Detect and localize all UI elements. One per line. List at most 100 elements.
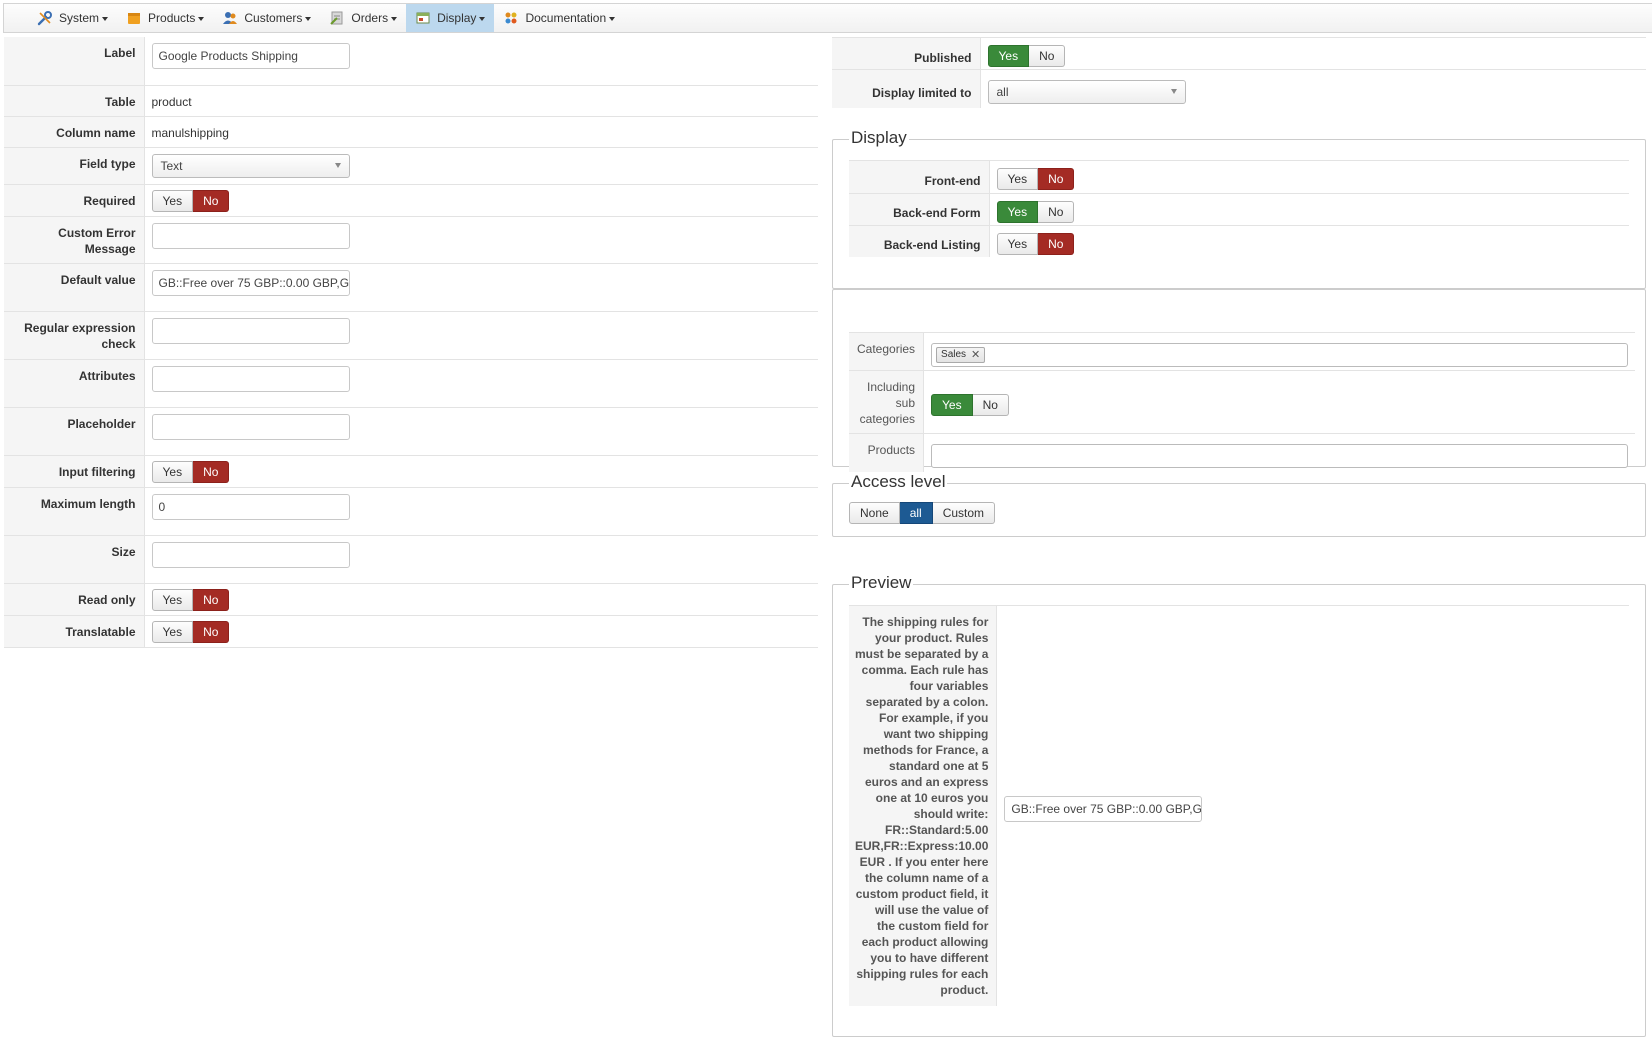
input-filtering-toggle: Yes No: [151, 460, 230, 483]
including-sub-yes-button[interactable]: Yes: [931, 393, 973, 416]
translatable-no-button[interactable]: No: [193, 620, 230, 643]
display-legend: Display: [849, 128, 909, 148]
custom-error-label: Custom Error Message: [4, 216, 145, 263]
max-length-input[interactable]: 0: [151, 493, 350, 520]
display-limited-label: Display limited to: [832, 69, 981, 108]
published-no-button[interactable]: No: [1029, 45, 1066, 67]
preview-legend: Preview: [849, 573, 914, 593]
size-input[interactable]: [151, 541, 350, 568]
close-icon[interactable]: ✕: [971, 348, 980, 361]
required-yes-button[interactable]: Yes: [151, 189, 194, 212]
categories-table: Categories Sales ✕ Including sub categor…: [849, 332, 1636, 472]
chevron-down-icon: [198, 17, 205, 21]
categories-input[interactable]: Sales ✕: [931, 342, 1629, 367]
backend-form-label: Back-end Form: [849, 193, 990, 225]
products-input[interactable]: [931, 443, 1629, 468]
field-form: Label Google Products Shipping Table pro…: [4, 37, 818, 648]
preview-input[interactable]: GB::Free over 75 GBP::0.00 GBP,GB::Stand…: [1004, 796, 1203, 822]
orders-icon: [329, 10, 345, 26]
menu-products-label: Products: [148, 11, 196, 25]
input-filtering-yes-button[interactable]: Yes: [151, 460, 194, 483]
row-attributes: Attributes: [4, 359, 818, 407]
chevron-down-icon: [391, 17, 398, 21]
preview-fieldset: Preview The shipping rules for your prod…: [832, 573, 1646, 1037]
default-value-input[interactable]: GB::Free over 75 GBP::0.00 GBP,GB::Stand…: [151, 269, 350, 296]
placeholder-label: Placeholder: [4, 407, 145, 455]
display-limited-select[interactable]: all: [987, 79, 1186, 104]
backend-listing-yes-button[interactable]: Yes: [996, 232, 1039, 255]
read-only-toggle: Yes No: [151, 588, 230, 611]
translatable-label: Translatable: [4, 615, 145, 647]
categories-label: Categories: [849, 332, 925, 371]
preview-help-text: The shipping rules for your product. Rul…: [849, 606, 998, 1006]
row-regex: Regular expression check: [4, 311, 818, 359]
published-label: Published: [832, 37, 981, 70]
front-end-toggle: Yes No: [996, 168, 1075, 191]
products-label: Products: [849, 433, 925, 472]
right-column: Published Yes No Display limited to all: [832, 37, 1646, 108]
front-end-yes-button[interactable]: Yes: [996, 168, 1039, 191]
menu-orders-label: Orders: [351, 11, 389, 25]
input-filtering-no-button[interactable]: No: [193, 460, 230, 483]
front-end-label: Front-end: [849, 161, 990, 193]
attributes-label: Attributes: [4, 359, 145, 407]
translatable-yes-button[interactable]: Yes: [151, 620, 194, 643]
users-icon: [222, 10, 238, 26]
menu-display[interactable]: Display: [406, 4, 495, 32]
row-backend-form: Back-end Form Yes No: [849, 193, 1629, 225]
publish-table: Published Yes No Display limited to all: [832, 37, 1646, 108]
read-only-no-button[interactable]: No: [193, 588, 230, 611]
backend-form-no-button[interactable]: No: [1038, 200, 1075, 223]
row-input-filtering: Input filtering Yes No: [4, 455, 818, 487]
front-end-no-button[interactable]: No: [1038, 168, 1075, 191]
menu-system[interactable]: System: [28, 4, 117, 32]
field-type-select[interactable]: Text: [151, 153, 350, 178]
display-limited-value: all: [996, 84, 1009, 99]
category-tag-label: Sales: [941, 349, 967, 360]
chevron-down-icon: [609, 17, 616, 21]
access-all-button[interactable]: all: [899, 502, 933, 524]
documentation-icon: [503, 10, 519, 26]
display-table: Front-end Yes No Back-end Form Yes No Ba…: [849, 161, 1629, 257]
backend-form-toggle: Yes No: [996, 200, 1075, 223]
menu-customers[interactable]: Customers: [213, 4, 320, 32]
access-level-toggle: None all Custom: [849, 502, 996, 524]
required-no-button[interactable]: No: [193, 189, 230, 212]
read-only-yes-button[interactable]: Yes: [151, 588, 194, 611]
row-label: Label Google Products Shipping: [4, 37, 818, 85]
menu-orders[interactable]: Orders: [320, 4, 406, 32]
access-custom-button[interactable]: Custom: [932, 502, 996, 524]
chevron-down-icon: [305, 17, 312, 21]
row-size: Size: [4, 535, 818, 583]
regex-input[interactable]: [151, 317, 350, 344]
row-products: Products: [849, 433, 1635, 472]
backend-listing-no-button[interactable]: No: [1038, 232, 1075, 255]
access-fieldset: Access level None all Custom: [832, 472, 1646, 537]
tools-icon: [37, 10, 53, 26]
including-sub-no-button[interactable]: No: [972, 393, 1009, 416]
row-translatable: Translatable Yes No: [4, 615, 818, 647]
row-default-value: Default value GB::Free over 75 GBP::0.00…: [4, 263, 818, 311]
published-yes-button[interactable]: Yes: [987, 45, 1030, 67]
label-input[interactable]: Google Products Shipping: [151, 43, 350, 69]
custom-error-input[interactable]: [151, 222, 350, 249]
backend-form-yes-button[interactable]: Yes: [996, 200, 1039, 223]
attributes-input[interactable]: [151, 365, 350, 392]
including-sub-label: Including sub categories: [849, 370, 925, 434]
required-toggle: Yes No: [151, 189, 230, 212]
access-none-button[interactable]: None: [849, 502, 900, 524]
backend-listing-label: Back-end Listing: [849, 225, 990, 257]
dropdown-arrow-icon: [1170, 89, 1177, 95]
chevron-down-icon: [479, 17, 486, 21]
row-display-limited: Display limited to all: [832, 69, 1646, 108]
row-placeholder: Placeholder: [4, 407, 818, 455]
row-backend-listing: Back-end Listing Yes No: [849, 225, 1629, 257]
field-type-label: Field type: [4, 147, 145, 184]
menu-display-label: Display: [437, 11, 477, 25]
field-type-value: Text: [160, 158, 183, 173]
row-custom-error: Custom Error Message: [4, 216, 818, 263]
menu-products[interactable]: Products: [117, 4, 213, 32]
menu-documentation[interactable]: Documentation: [494, 4, 624, 32]
placeholder-input[interactable]: [151, 413, 350, 440]
main-menu: System Products Customers Orders Display…: [3, 3, 1652, 33]
